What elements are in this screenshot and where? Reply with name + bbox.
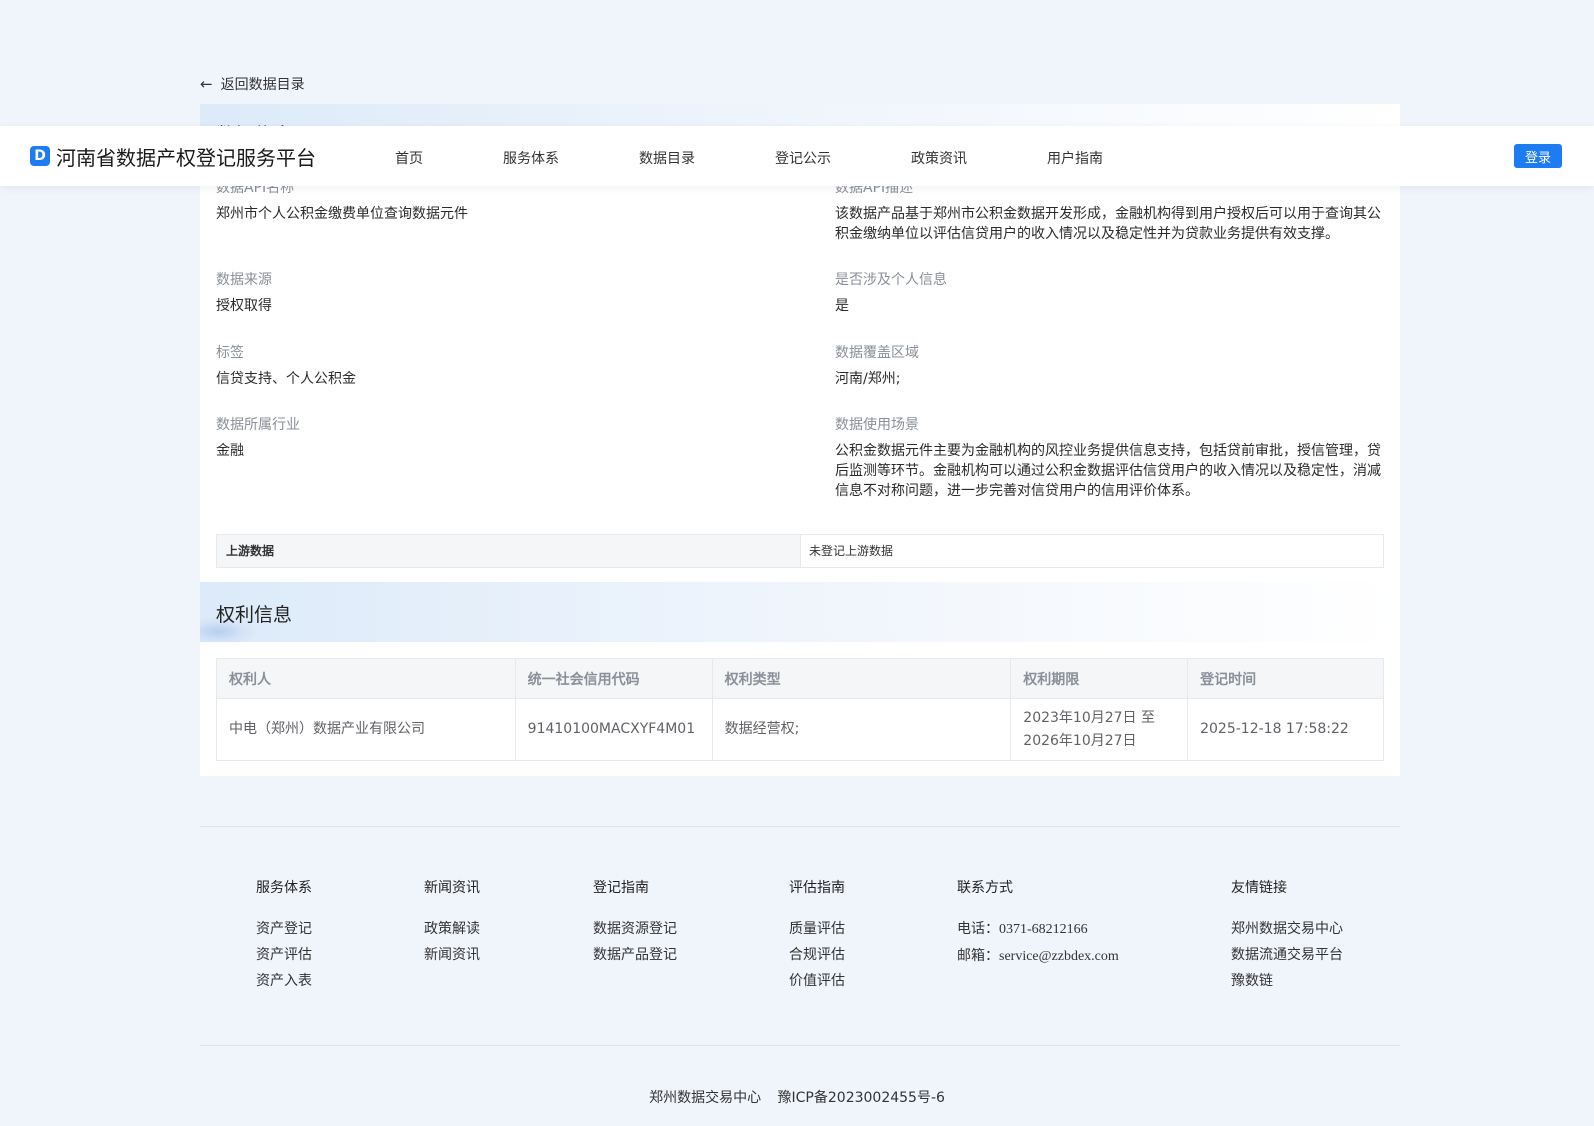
column-header-right-type: 权利类型 [711, 658, 1012, 699]
back-to-catalog-link[interactable]: ← 返回数据目录 [200, 74, 305, 94]
column-header-registered-time: 登记时间 [1187, 658, 1384, 699]
footer-heading: 服务体系 [256, 880, 312, 896]
detail-card: 数据信息 数据API名称 郑州市个人公积金缴费单位查询数据元件 数据API描述 … [200, 104, 1400, 776]
cell-right-type: 数据经营权; [711, 698, 1012, 761]
footer-contact: 联系方式 电话：0371-68212166 邮箱：service@zzbdex.… [957, 878, 1119, 970]
footer-link[interactable]: 资产登记 [256, 916, 312, 942]
phone-number: 0371-68212166 [999, 922, 1088, 937]
field-value: 信贷支持、个人公积金 [216, 371, 356, 387]
nav-item-catalog[interactable]: 数据目录 [639, 148, 695, 168]
footer-heading: 评估指南 [789, 880, 845, 896]
footer-link[interactable]: 资产入表 [256, 968, 312, 994]
email-address[interactable]: service@zzbdex.com [999, 949, 1119, 964]
footer-heading: 新闻资讯 [424, 880, 480, 896]
nav-item-policy[interactable]: 政策资讯 [911, 148, 967, 168]
platform-title[interactable]: 河南省数据产权登记服务平台 [56, 142, 316, 171]
column-header-credit-code: 统一社会信用代码 [514, 658, 713, 699]
table-row: 中电（郑州）数据产业有限公司 91410100MACXYF4M01 数据经营权;… [216, 698, 1384, 761]
nav-item-home[interactable]: 首页 [395, 148, 423, 168]
column-header-period: 权利期限 [1010, 658, 1189, 699]
footer-link[interactable]: 豫数链 [1231, 968, 1343, 994]
back-link-label: 返回数据目录 [220, 77, 305, 93]
footer-link[interactable]: 资产评估 [256, 942, 312, 968]
nav-item-service[interactable]: 服务体系 [503, 148, 559, 168]
period-start: 2023年10月27日 至 [1023, 709, 1155, 726]
footer-evaluation-guide: 评估指南 质量评估 合规评估 价值评估 [789, 878, 845, 994]
rights-info-header: 权利信息 [200, 582, 1400, 642]
footer-news: 新闻资讯 政策解读 新闻资讯 [424, 878, 480, 968]
field-value: 公积金数据元件主要为金融机构的风控业务提供信息支持，包括贷前审批，授信管理，贷后… [835, 443, 1381, 499]
field-scenario: 数据使用场景 公积金数据元件主要为金融机构的风控业务提供信息支持，包括贷前审批，… [835, 415, 1383, 501]
footer-divider-bottom [200, 1045, 1400, 1046]
nav-item-guide[interactable]: 用户指南 [1047, 148, 1103, 168]
field-value: 金融 [216, 443, 244, 459]
upstream-data-row: 上游数据 未登记上游数据 [216, 534, 1384, 568]
footer-service: 服务体系 资产登记 资产评估 资产入表 [256, 878, 312, 994]
contact-email: 邮箱：service@zzbdex.com [957, 943, 1119, 970]
field-value: 授权取得 [216, 298, 272, 314]
nav-item-registration[interactable]: 登记公示 [775, 148, 831, 168]
footer-link[interactable]: 新闻资讯 [424, 942, 480, 968]
table-header-row: 权利人 统一社会信用代码 权利类型 权利期限 登记时间 [216, 658, 1384, 699]
login-button[interactable]: 登录 [1514, 144, 1562, 168]
footer-link[interactable]: 价值评估 [789, 968, 845, 994]
copyright-bar: 郑州数据交易中心 豫ICP备2023002455号-6 [0, 1087, 1594, 1107]
arrow-left-icon: ← [200, 75, 213, 93]
footer-heading: 登记指南 [593, 880, 649, 896]
field-region: 数据覆盖区域 河南/郑州; [835, 343, 1383, 389]
upstream-label: 上游数据 [217, 535, 801, 567]
footer-heading: 联系方式 [957, 880, 1013, 896]
email-label: 邮箱： [957, 948, 999, 964]
cell-credit-code: 91410100MACXYF4M01 [514, 698, 713, 761]
field-value: 是 [835, 298, 849, 314]
field-value: 河南/郑州; [835, 371, 901, 387]
field-label: 数据使用场景 [835, 417, 919, 433]
footer-registration-guide: 登记指南 数据资源登记 数据产品登记 [593, 878, 677, 968]
field-label: 数据来源 [216, 272, 272, 288]
field-industry: 数据所属行业 金融 [216, 415, 776, 461]
field-value: 郑州市个人公积金缴费单位查询数据元件 [216, 206, 468, 222]
cell-period: 2023年10月27日 至 2026年10月27日 [1010, 698, 1189, 761]
cell-registered-time: 2025-12-18 17:58:22 [1187, 698, 1384, 761]
footer-link[interactable]: 质量评估 [789, 916, 845, 942]
field-label: 是否涉及个人信息 [835, 272, 947, 288]
period-end: 2026年10月27日 [1023, 732, 1137, 749]
rights-info-title: 权利信息 [216, 604, 293, 626]
footer-divider-top [200, 826, 1400, 827]
footer-link[interactable]: 合规评估 [789, 942, 845, 968]
column-header-holder: 权利人 [216, 658, 516, 699]
footer-link[interactable]: 政策解读 [424, 916, 480, 942]
field-value: 该数据产品基于郑州市公积金数据开发形成，金融机构得到用户授权后可以用于查询其公积… [835, 206, 1381, 242]
icp-number[interactable]: 豫ICP备2023002455号-6 [778, 1090, 945, 1106]
footer-link[interactable]: 数据流通交易平台 [1231, 942, 1343, 968]
contact-phone: 电话：0371-68212166 [957, 916, 1119, 943]
field-label: 标签 [216, 345, 244, 361]
cell-holder: 中电（郑州）数据产业有限公司 [216, 698, 516, 761]
field-label: 数据覆盖区域 [835, 345, 919, 361]
rights-table: 权利人 统一社会信用代码 权利类型 权利期限 登记时间 中电（郑州）数据产业有限… [216, 658, 1384, 761]
field-personal-info: 是否涉及个人信息 是 [835, 270, 1383, 316]
footer-link[interactable]: 郑州数据交易中心 [1231, 916, 1343, 942]
org-name: 郑州数据交易中心 [649, 1090, 762, 1106]
footer-friendly-links: 友情链接 郑州数据交易中心 数据流通交易平台 豫数链 [1231, 878, 1343, 994]
field-tags: 标签 信贷支持、个人公积金 [216, 343, 776, 389]
upstream-value: 未登记上游数据 [809, 544, 894, 558]
footer-link[interactable]: 数据资源登记 [593, 916, 677, 942]
footer-heading: 友情链接 [1231, 880, 1287, 896]
top-navbar: D 河南省数据产权登记服务平台 首页 服务体系 数据目录 登记公示 政策资讯 用… [0, 126, 1594, 186]
field-source: 数据来源 授权取得 [216, 270, 776, 316]
phone-label: 电话： [957, 921, 999, 937]
footer-link[interactable]: 数据产品登记 [593, 942, 677, 968]
field-api-desc: 数据API描述 该数据产品基于郑州市公积金数据开发形成，金融机构得到用户授权后可… [835, 178, 1383, 244]
field-label: 数据所属行业 [216, 417, 300, 433]
platform-logo-icon: D [30, 146, 50, 166]
